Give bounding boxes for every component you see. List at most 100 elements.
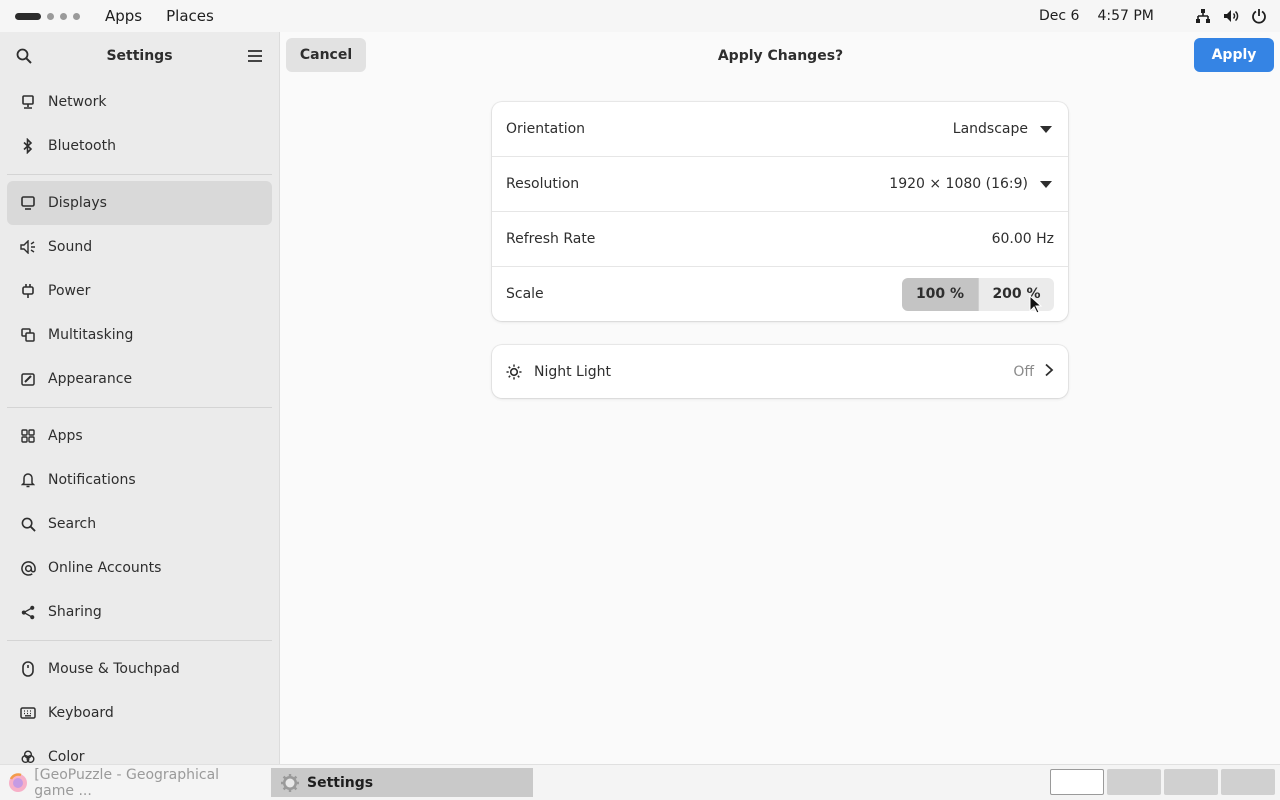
sound-icon: [20, 239, 36, 255]
sidebar-divider: [7, 174, 272, 175]
network-icon[interactable]: [1194, 7, 1212, 25]
sidebar-item-label: Search: [48, 516, 97, 532]
settings-sidebar: Settings Network Bluetooth Displays Soun…: [0, 32, 280, 764]
volume-icon[interactable]: [1222, 7, 1240, 25]
page-title: Apply Changes?: [717, 48, 844, 64]
appearance-icon: [20, 371, 36, 387]
display-settings-card: Orientation Landscape Resolution 1920 × …: [492, 102, 1068, 321]
orientation-row[interactable]: Orientation Landscape: [492, 102, 1068, 157]
sidebar-item-appearance[interactable]: Appearance: [7, 357, 272, 401]
gear-icon: [279, 772, 301, 794]
sidebar-item-label: Bluetooth: [48, 138, 116, 154]
sidebar-item-label: Color: [48, 749, 85, 764]
apply-button[interactable]: Apply: [1194, 38, 1274, 72]
taskbar-item-geopuzzle[interactable]: [GeoPuzzle - Geographical game ...: [0, 766, 262, 799]
clock[interactable]: Dec 6 4:57 PM: [1039, 0, 1154, 32]
mouse-cursor-icon: [1029, 294, 1043, 315]
sidebar-item-label: Network: [48, 94, 107, 110]
refresh-rate-row: Refresh Rate 60.00 Hz: [492, 212, 1068, 267]
resolution-value: 1920 × 1080 (16:9): [889, 176, 1028, 192]
scale-label: Scale: [506, 286, 544, 302]
sidebar-item-sound[interactable]: Sound: [7, 225, 272, 269]
firefox-icon: [8, 772, 28, 794]
sidebar-item-label: Keyboard: [48, 705, 114, 721]
sidebar-item-label: Sound: [48, 239, 93, 255]
cancel-button[interactable]: Cancel: [286, 38, 366, 72]
sidebar-item-bluetooth[interactable]: Bluetooth: [7, 124, 272, 168]
hamburger-menu-icon[interactable]: [245, 46, 265, 66]
power-icon[interactable]: [1250, 7, 1268, 25]
sidebar-item-label: Online Accounts: [48, 560, 162, 576]
multitasking-icon: [20, 327, 36, 343]
resolution-label: Resolution: [506, 176, 580, 192]
clock-time: 4:57 PM: [1097, 8, 1154, 24]
orientation-dropdown[interactable]: Landscape: [953, 121, 1054, 137]
workspace-switcher-4[interactable]: [1221, 769, 1275, 795]
keyboard-icon: [20, 705, 36, 721]
sidebar-item-label: Displays: [48, 195, 107, 211]
workspace-dot: [60, 12, 67, 20]
chevron-right-icon: [1044, 363, 1054, 381]
power-plug-icon: [20, 283, 36, 299]
sidebar-item-displays[interactable]: Displays: [7, 181, 272, 225]
header-bar: Cancel Apply Changes? Apply: [281, 32, 1280, 80]
sidebar-divider: [7, 640, 272, 641]
sidebar-item-search[interactable]: Search: [7, 502, 272, 546]
sidebar-item-label: Apps: [48, 428, 83, 444]
places-menu[interactable]: Places: [154, 7, 226, 25]
sidebar-header: Settings: [0, 32, 279, 80]
sidebar-item-keyboard[interactable]: Keyboard: [7, 691, 272, 735]
sidebar-item-sharing[interactable]: Sharing: [7, 590, 272, 634]
system-tray[interactable]: [1194, 0, 1268, 32]
active-workspace-dot: [15, 12, 41, 20]
sidebar-title: Settings: [106, 48, 173, 64]
workspace-indicator[interactable]: [15, 12, 93, 20]
orientation-value: Landscape: [952, 121, 1028, 137]
bell-icon: [20, 472, 36, 488]
night-light-card: Night Light Off: [492, 345, 1068, 398]
taskbar-item-settings[interactable]: Settings: [271, 768, 533, 797]
sidebar-item-mouse-touchpad[interactable]: Mouse & Touchpad: [7, 647, 272, 691]
taskbar-item-label: Settings: [307, 774, 374, 791]
sidebar-item-label: Sharing: [48, 604, 102, 620]
night-light-icon: [506, 364, 522, 380]
apps-menu[interactable]: Apps: [93, 7, 154, 25]
refresh-rate-value: 60.00 Hz: [991, 231, 1054, 247]
night-light-row[interactable]: Night Light Off: [492, 345, 1068, 398]
search-icon: [20, 516, 36, 532]
network-icon: [20, 94, 36, 110]
sidebar-item-multitasking[interactable]: Multitasking: [7, 313, 272, 357]
sidebar-item-label: Multitasking: [48, 327, 134, 343]
taskbar-item-label: [GeoPuzzle - Geographical game ...: [34, 766, 220, 799]
sidebar-item-label: Power: [48, 283, 91, 299]
apps-grid-icon: [20, 428, 36, 444]
sidebar-item-notifications[interactable]: Notifications: [7, 458, 272, 502]
sidebar-item-network[interactable]: Network: [7, 80, 272, 124]
clock-date: Dec 6: [1039, 8, 1080, 24]
display-icon: [20, 195, 36, 211]
refresh-rate-label: Refresh Rate: [506, 231, 596, 247]
top-bar: Apps Places Dec 6 4:57 PM: [0, 0, 1280, 32]
workspace-switcher-1[interactable]: [1050, 769, 1104, 795]
mouse-icon: [20, 661, 36, 677]
sidebar-item-apps[interactable]: Apps: [7, 414, 272, 458]
scale-100-button[interactable]: 100 %: [902, 277, 978, 311]
at-icon: [20, 560, 36, 576]
share-icon: [20, 604, 36, 620]
workspace-switcher-2[interactable]: [1107, 769, 1161, 795]
taskbar: [GeoPuzzle - Geographical game ... Setti…: [0, 764, 1280, 800]
search-icon[interactable]: [14, 46, 34, 66]
sidebar-item-label: Notifications: [48, 472, 136, 488]
night-light-label: Night Light: [534, 363, 611, 380]
dropdown-arrow-icon: [1040, 180, 1052, 188]
sidebar-item-color[interactable]: Color: [7, 735, 272, 764]
bluetooth-icon: [20, 138, 36, 154]
sidebar-item-label: Appearance: [48, 371, 133, 387]
resolution-row[interactable]: Resolution 1920 × 1080 (16:9): [492, 157, 1068, 212]
resolution-dropdown[interactable]: 1920 × 1080 (16:9): [889, 176, 1054, 192]
sidebar-item-label: Mouse & Touchpad: [48, 661, 180, 677]
orientation-label: Orientation: [506, 121, 586, 137]
workspace-switcher-3[interactable]: [1164, 769, 1218, 795]
sidebar-item-online-accounts[interactable]: Online Accounts: [7, 546, 272, 590]
sidebar-item-power[interactable]: Power: [7, 269, 272, 313]
